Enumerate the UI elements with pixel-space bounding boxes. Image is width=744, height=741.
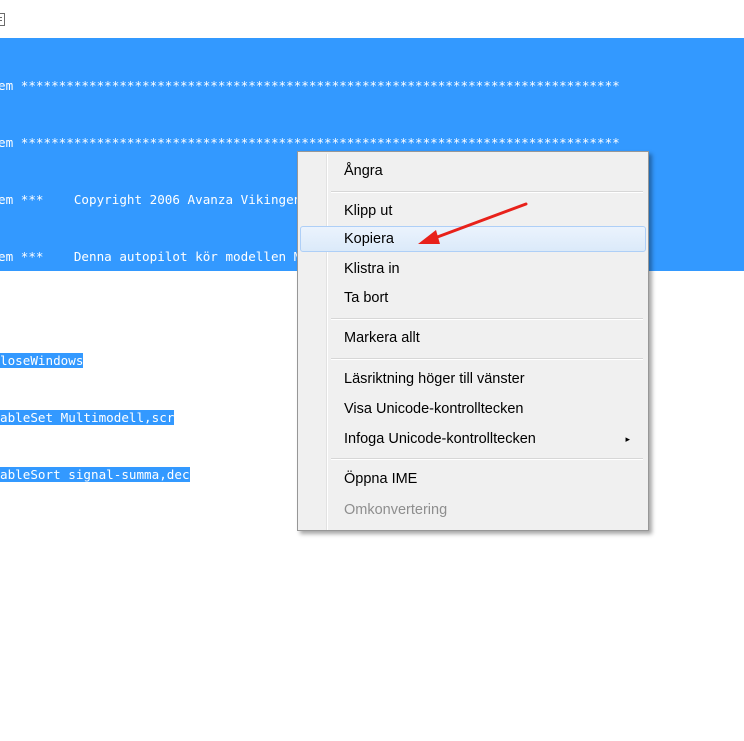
title-bar [0, 0, 744, 38]
red-arrow-annotation [418, 202, 528, 244]
code-line: em *************************************… [0, 78, 620, 93]
menu-item-reconversion: Omkonvertering [300, 497, 646, 523]
menu-item-label: Läsriktning höger till vänster [344, 371, 525, 387]
menu-separator [331, 318, 643, 320]
menu-item-undo[interactable]: Ångra [300, 158, 646, 184]
menu-item-delete[interactable]: Ta bort [300, 285, 646, 311]
document-icon[interactable] [0, 13, 5, 26]
menu-item-insert-unicode[interactable]: Infoga Unicode-kontrolltecken ▸ [300, 426, 646, 452]
code-line: em *************************************… [0, 648, 620, 663]
menu-item-label: Omkonvertering [344, 502, 448, 518]
menu-item-open-ime[interactable]: Öppna IME [300, 466, 646, 492]
code-line: ableSort signal-summa,dec [0, 467, 190, 482]
menu-item-paste[interactable]: Klistra in [300, 256, 646, 282]
command-text-block[interactable]: loseWindows ableSet Multimodell,scr able… [0, 313, 190, 503]
menu-item-label: Ta bort [344, 290, 389, 306]
code-line: ableSet Multimodell,scr [0, 410, 175, 425]
submenu-arrow-icon: ▸ [625, 434, 630, 444]
arrow-shaft [430, 202, 528, 241]
arrow-head [418, 230, 440, 244]
code-line: em *************************************… [0, 135, 620, 150]
menu-item-label: Markera allt [344, 330, 420, 346]
menu-item-label: Ångra [344, 163, 383, 179]
menu-item-label: Kopiera [344, 231, 394, 247]
menu-item-show-unicode[interactable]: Visa Unicode-kontrolltecken [300, 396, 646, 422]
menu-item-rtl-reading[interactable]: Läsriktning höger till vänster [300, 366, 646, 392]
code-line: em *************************************… [0, 705, 620, 720]
menu-item-label: Infoga Unicode-kontrolltecken [344, 431, 536, 447]
menu-item-label: Öppna IME [344, 471, 418, 487]
menu-item-select-all[interactable]: Markera allt [300, 325, 646, 351]
menu-separator [331, 358, 643, 360]
code-line: loseWindows [0, 353, 84, 368]
code-line: em *** Ingen signal visas so [0, 534, 234, 549]
menu-item-label: Visa Unicode-kontrolltecken [344, 401, 524, 417]
menu-separator [331, 458, 643, 460]
code-line: em *** [0, 591, 44, 606]
menu-item-label: Klistra in [344, 261, 400, 277]
menu-separator [331, 191, 643, 193]
menu-item-label: Klipp ut [344, 203, 393, 219]
